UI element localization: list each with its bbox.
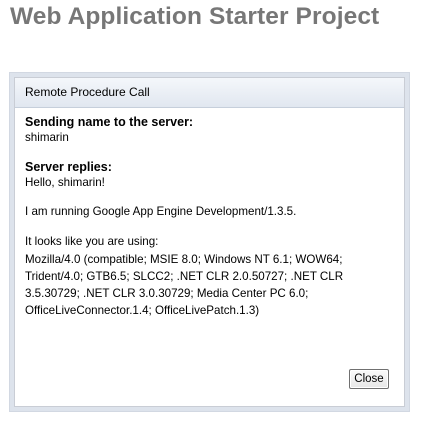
rpc-dialog: Remote Procedure Call Sending name to th… [14, 77, 405, 407]
reply-greeting: Hello, shimarin! [25, 176, 105, 189]
reply-running: I am running Google App Engine Developme… [25, 205, 297, 218]
reply-user-agent: Mozilla/4.0 (compatible; MSIE 8.0; Windo… [25, 253, 344, 317]
replies-label: Server replies: [25, 160, 112, 174]
dialog-caption: Remote Procedure Call [15, 78, 404, 108]
page-title: Web Application Starter Project [10, 3, 380, 30]
close-button[interactable]: Close [349, 369, 389, 389]
dialog-body: Sending name to the server: shimarin Ser… [15, 115, 404, 319]
reply-using-label: It looks like you are using: [25, 235, 159, 248]
sending-label: Sending name to the server: [25, 115, 194, 129]
sent-name: shimarin [25, 131, 69, 144]
